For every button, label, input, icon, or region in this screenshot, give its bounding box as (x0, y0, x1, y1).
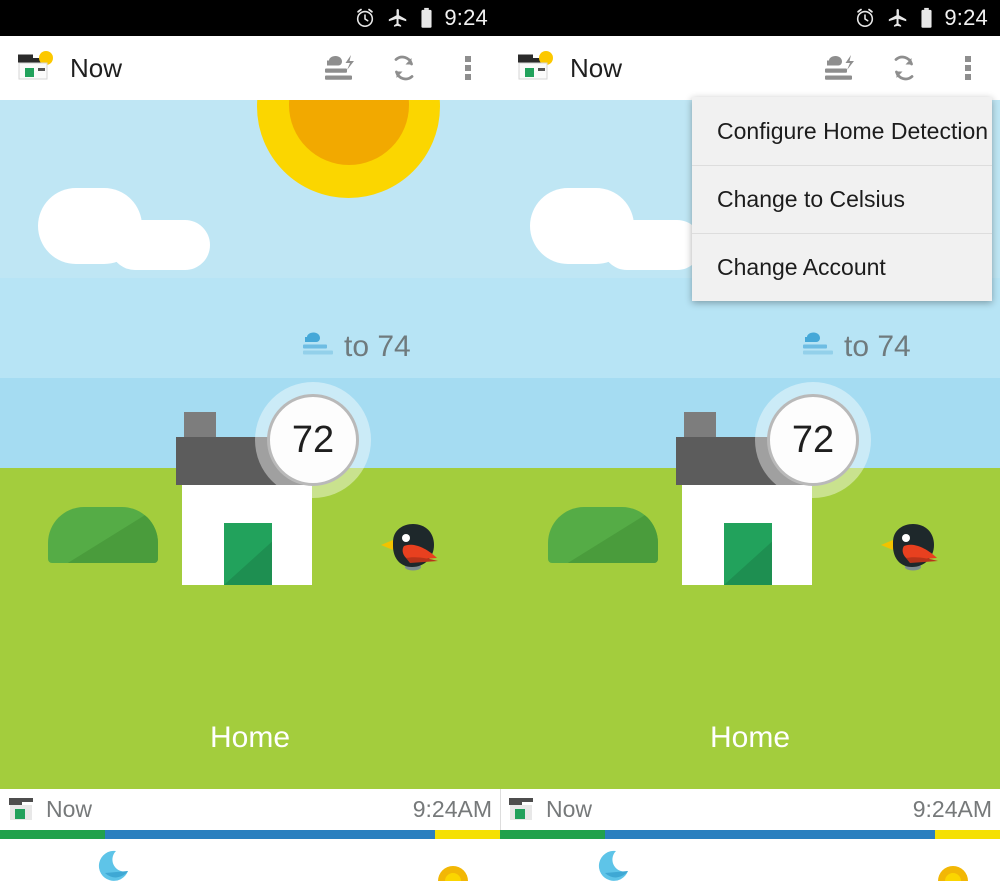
app-bar-left: Now (0, 36, 500, 100)
current-temperature-value: 72 (791, 418, 835, 461)
airplane-mode-icon (387, 7, 409, 29)
sky-band-mid (0, 278, 500, 378)
airplane-mode-icon (887, 7, 909, 29)
alarm-clock-icon (354, 7, 376, 29)
menu-item-change-to-celsius[interactable]: Change to Celsius (692, 165, 992, 233)
timeline-markers (500, 845, 1000, 889)
app-bar-actions-right (808, 36, 1000, 100)
sun-icon (436, 857, 470, 888)
cooling-fan-icon (298, 328, 340, 365)
house-door (724, 523, 772, 585)
timeline-header: Now 9:24AM (500, 789, 1000, 830)
bush-graphic (548, 507, 658, 563)
bird-graphic (877, 520, 943, 572)
timeline-container: Now 9:24AM Now 9:24AM (0, 789, 1000, 889)
timeline-now-label: Now (46, 796, 93, 822)
current-temperature-bubble[interactable]: 72 (767, 394, 859, 486)
app-bar-title: Now (570, 52, 623, 83)
timeline-bar[interactable] (500, 830, 1000, 839)
setpoint-indicator: to 74 (798, 328, 911, 365)
cooling-fan-icon (798, 328, 840, 365)
overflow-icon[interactable] (936, 36, 1000, 100)
sun-icon (936, 857, 970, 888)
green-segment (0, 830, 105, 839)
chimney (684, 412, 716, 440)
location-label: Home (709, 721, 791, 754)
status-bar-time: 9:24 (444, 5, 488, 30)
setpoint-indicator: to 74 (298, 328, 411, 365)
chimney (184, 412, 216, 440)
house-door (224, 523, 272, 585)
setpoint-text: to 74 (344, 329, 411, 363)
menu-item-configure-home-detection[interactable]: Configure Home Detection (692, 97, 992, 165)
thermostat-scene-left[interactable]: to 74 72 Home (0, 100, 500, 789)
phone-screen: 9:24 9:24 Now Now to 74 72 Home to 74 72… (0, 0, 1000, 889)
home-icon (508, 796, 538, 824)
battery-icon (420, 7, 433, 29)
refresh-icon[interactable] (372, 36, 436, 100)
timeline-bar[interactable] (0, 830, 500, 839)
yellow-segment (435, 830, 500, 839)
timeline-end-time: 9:24AM (912, 796, 992, 822)
current-temperature-value: 72 (291, 418, 335, 461)
home-thermostat-logo-icon (516, 50, 556, 86)
blue-segment (605, 830, 935, 839)
timeline-markers (0, 845, 500, 889)
home-icon (8, 796, 38, 824)
status-bar-left-half: 9:24 (0, 0, 500, 36)
bush-graphic (48, 507, 158, 563)
yellow-segment (935, 830, 1000, 839)
app-bar-right: Now (500, 36, 1000, 100)
current-temperature-bubble[interactable]: 72 (267, 394, 359, 486)
battery-icon (920, 7, 933, 29)
status-bar-time: 9:24 (944, 5, 988, 30)
blue-segment (105, 830, 435, 839)
overflow-icon[interactable] (436, 36, 500, 100)
overflow-menu[interactable]: Configure Home Detection Change to Celsi… (692, 97, 992, 301)
status-bar-right-half: 9:24 (500, 0, 1000, 36)
timeline-now-label: Now (546, 796, 593, 822)
menu-item-change-account[interactable]: Change Account (692, 233, 992, 301)
app-bar-actions-left (308, 36, 500, 100)
bird-graphic (377, 520, 443, 572)
setpoint-text: to 74 (844, 329, 911, 363)
home-thermostat-logo-icon (16, 50, 56, 86)
fan-icon[interactable] (308, 36, 372, 100)
location-label: Home (209, 721, 291, 754)
timeline-left[interactable]: Now 9:24AM (0, 789, 500, 889)
timeline-right[interactable]: Now 9:24AM (500, 789, 1000, 889)
app-bar-container: Now Now (0, 36, 1000, 100)
moon-icon (98, 847, 138, 889)
green-segment (500, 830, 605, 839)
moon-icon (598, 847, 638, 889)
timeline-header: Now 9:24AM (0, 789, 500, 830)
app-bar-title: Now (70, 52, 123, 83)
refresh-icon[interactable] (872, 36, 936, 100)
status-bar: 9:24 9:24 (0, 0, 1000, 36)
fan-icon[interactable] (808, 36, 872, 100)
alarm-clock-icon (854, 7, 876, 29)
timeline-end-time: 9:24AM (412, 796, 492, 822)
